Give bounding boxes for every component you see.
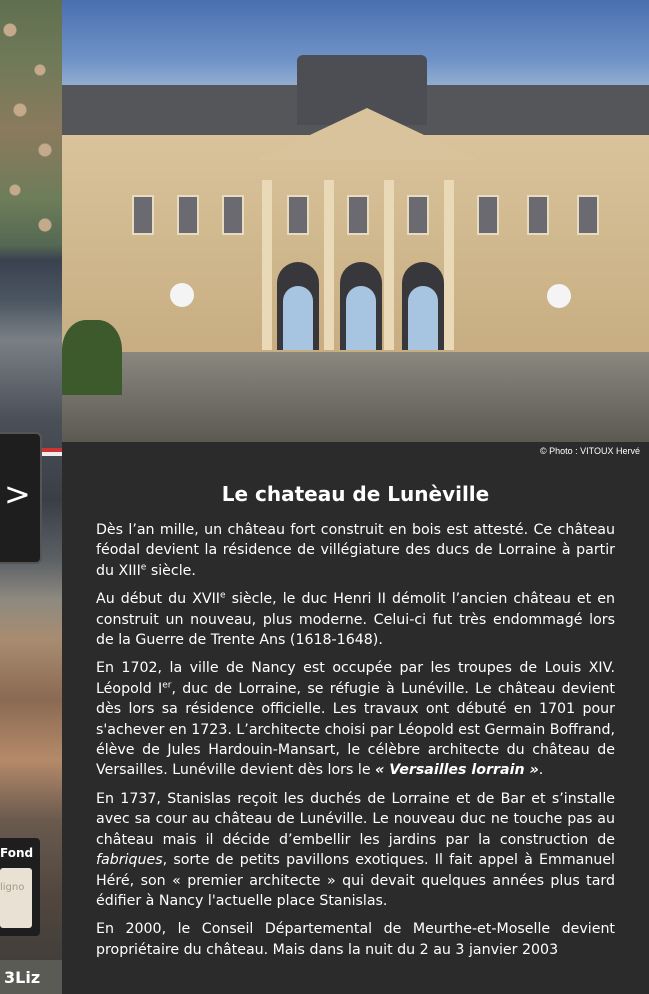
photo-window <box>347 195 369 235</box>
photo-column <box>384 180 394 350</box>
photo-pediment <box>257 108 477 160</box>
paragraph: En 2000, le Conseil Départemental de Meu… <box>96 921 615 958</box>
photo-window <box>287 195 309 235</box>
chateau-photo <box>62 0 649 442</box>
3liz-logo[interactable]: 3Liz <box>0 960 62 994</box>
photo-column <box>444 180 454 350</box>
photo-window <box>222 195 244 235</box>
photo-column <box>262 180 272 350</box>
basemap-label: Fond <box>0 846 34 860</box>
photo-arch <box>402 262 444 350</box>
article-panel: Le chateau de Lunèville Dès l’an mille, … <box>62 470 649 994</box>
photo-window <box>177 195 199 235</box>
photo-window <box>577 195 599 235</box>
paragraph: Au début du XVIIe siècle, le duc Henri I… <box>96 590 615 649</box>
next-panel-button[interactable]: > <box>0 432 42 564</box>
paragraph: En 1702, la ville de Nancy est occupée p… <box>96 660 615 779</box>
photo-window <box>132 195 154 235</box>
basemap-thumb-text: ligno <box>0 882 25 893</box>
logo-text: 3Liz <box>4 968 41 987</box>
photo-courtyard <box>62 352 649 442</box>
photo-lamp-globe <box>170 283 194 307</box>
map-garden-area <box>0 0 62 250</box>
photo-column <box>324 180 334 350</box>
article-title: Le chateau de Lunèville <box>221 482 490 506</box>
photo-credit: © Photo : VITOUX Hervé <box>539 446 640 456</box>
basemap-thumbnail[interactable]: ligno <box>0 868 32 928</box>
photo-arch <box>340 262 382 350</box>
article-body: Dès l’an mille, un château fort construi… <box>62 520 649 960</box>
chevron-right-icon: > <box>4 475 31 513</box>
photo-window <box>527 195 549 235</box>
photo-lamp-globe <box>547 284 571 308</box>
photo-arch <box>277 262 319 350</box>
paragraph: En 1737, Stanislas reçoit les duchés de … <box>96 790 615 909</box>
paragraph: Dès l’an mille, un château fort construi… <box>96 522 615 579</box>
photo-window <box>477 195 499 235</box>
photo-window <box>407 195 429 235</box>
basemap-switcher[interactable]: Fond ligno <box>0 838 40 936</box>
photo-shrubs <box>62 320 122 395</box>
